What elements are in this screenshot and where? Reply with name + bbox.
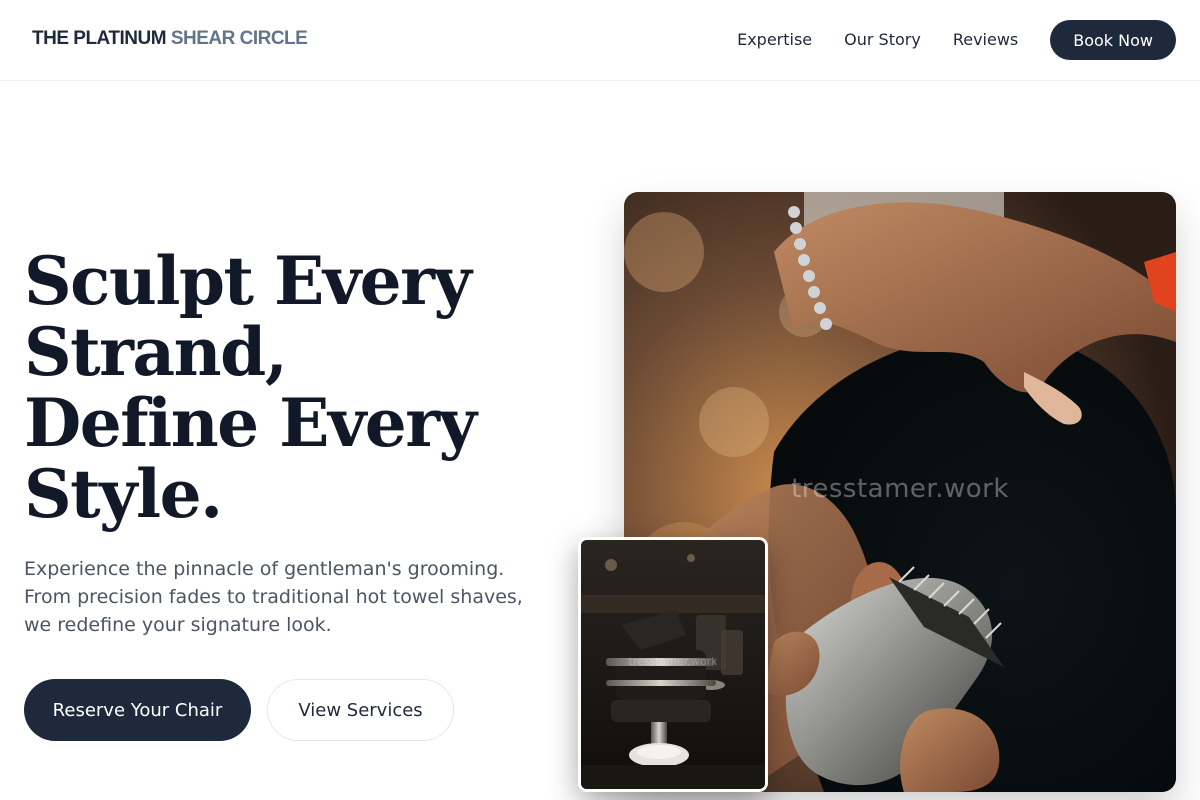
hero-headline: Sculpt Every Strand, Define Every Style. <box>24 246 584 530</box>
nav-link-our-story[interactable]: Our Story <box>844 20 921 60</box>
headline-line-1: Sculpt Every <box>24 242 472 320</box>
hero-subtitle: Experience the pinnacle of gentleman's g… <box>24 558 523 636</box>
nav-link-reviews[interactable]: Reviews <box>953 20 1018 60</box>
headline-line-4: Style. <box>24 455 223 533</box>
nav-link-expertise[interactable]: Expertise <box>737 20 812 60</box>
view-services-button[interactable]: View Services <box>267 679 454 741</box>
barber-chair-image: tresstamer.work <box>578 537 768 792</box>
headline-line-3: Define Every <box>24 384 477 462</box>
image-watermark: tresstamer.work <box>791 474 1009 504</box>
brand-logo[interactable]: THE PLATINUM SHEAR CIRCLE <box>32 28 308 50</box>
reserve-chair-button[interactable]: Reserve Your Chair <box>24 679 251 741</box>
book-now-button[interactable]: Book Now <box>1050 20 1176 60</box>
site-header: THE PLATINUM SHEAR CIRCLE Expertise Our … <box>0 0 1200 81</box>
inset-image-watermark: tresstamer.work <box>628 655 718 668</box>
main-nav: Expertise Our Story Reviews Book Now <box>737 20 1176 60</box>
headline-line-2: Strand, <box>24 313 288 391</box>
brand-name-secondary: SHEAR CIRCLE <box>170 28 308 49</box>
brand-name-primary: THE PLATINUM <box>32 28 167 49</box>
